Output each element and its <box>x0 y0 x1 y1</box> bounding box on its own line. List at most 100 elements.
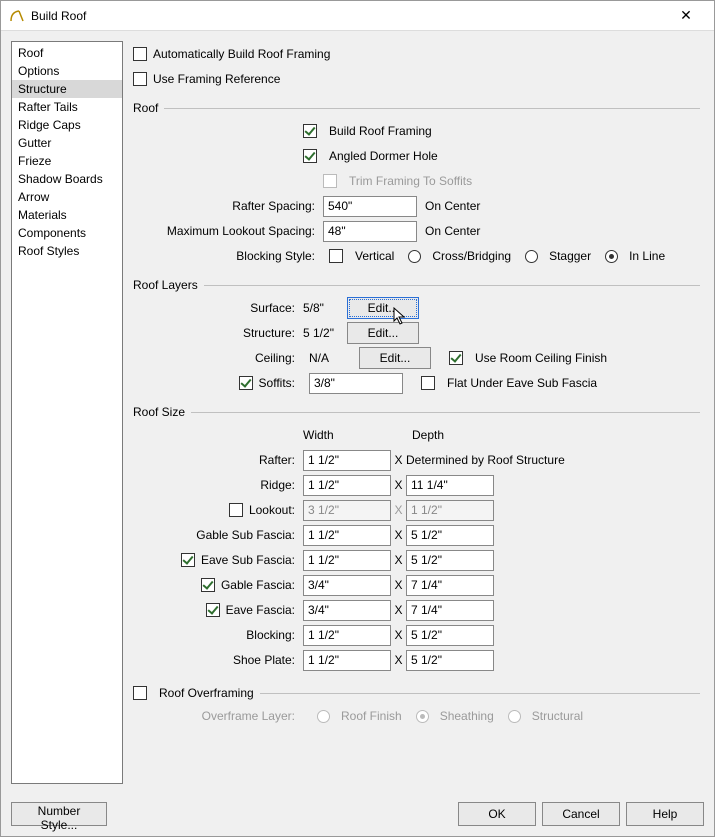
roof-overframing-checkbox[interactable] <box>133 686 147 700</box>
eave-fascia-checkbox[interactable] <box>206 603 220 617</box>
row-gable-fascia: Gable Fascia: X <box>133 573 700 597</box>
blocking-stagger-radio[interactable] <box>525 250 538 263</box>
width-header: Width <box>303 428 397 442</box>
overframe-sheathing-radio <box>416 710 429 723</box>
divider <box>191 412 700 413</box>
x-mark: X <box>391 478 406 492</box>
blocking-inline-label: In Line <box>629 249 665 263</box>
sidebar-item-materials[interactable]: Materials <box>12 206 122 224</box>
sidebar-item-shadow-boards[interactable]: Shadow Boards <box>12 170 122 188</box>
surface-label: Surface: <box>153 301 303 315</box>
structure-edit-button[interactable]: Edit... <box>347 322 419 344</box>
sidebar-item-components[interactable]: Components <box>12 224 122 242</box>
shoe-plate-label: Shoe Plate: <box>153 653 303 667</box>
eave-sub-depth-input[interactable] <box>406 550 494 571</box>
blocking-width-input[interactable] <box>303 625 391 646</box>
ridge-label: Ridge: <box>153 478 303 492</box>
blocking-cross-radio[interactable] <box>408 250 421 263</box>
ridge-depth-input[interactable] <box>406 475 494 496</box>
eave-fascia-width-input[interactable] <box>303 600 391 621</box>
rafter-label: Rafter: <box>153 453 303 467</box>
surface-edit-button[interactable]: Edit... <box>347 297 419 319</box>
build-roof-framing-checkbox[interactable] <box>303 124 317 138</box>
flat-under-checkbox[interactable] <box>421 376 435 390</box>
eave-sub-fascia-label: Eave Sub Fascia: <box>201 553 295 567</box>
section-overframing: Roof Overframing <box>133 686 700 700</box>
sidebar-item-frieze[interactable]: Frieze <box>12 152 122 170</box>
eave-sub-width-input[interactable] <box>303 550 391 571</box>
overframe-sheathing-label: Sheathing <box>440 709 494 723</box>
depth-header: Depth <box>412 428 444 442</box>
x-mark: X <box>391 628 406 642</box>
lookout-label: Lookout: <box>249 503 295 517</box>
sidebar-item-gutter[interactable]: Gutter <box>12 134 122 152</box>
row-ceiling: Ceiling: N/A Edit... Use Room Ceiling Fi… <box>133 346 700 370</box>
gable-sub-depth-input[interactable] <box>406 525 494 546</box>
gable-fascia-depth-input[interactable] <box>406 575 494 596</box>
row-gable-sub-fascia: Gable Sub Fascia: X <box>133 523 700 547</box>
sidebar-item-options[interactable]: Options <box>12 62 122 80</box>
blocking-vertical-label: Vertical <box>355 249 394 263</box>
lookout-checkbox[interactable] <box>229 503 243 517</box>
eave-sub-fascia-checkbox[interactable] <box>181 553 195 567</box>
sidebar-item-structure[interactable]: Structure <box>12 80 122 98</box>
angled-dormer-hole-checkbox[interactable] <box>303 149 317 163</box>
cancel-button[interactable]: Cancel <box>542 802 620 826</box>
ridge-width-input[interactable] <box>303 475 391 496</box>
auto-build-label: Automatically Build Roof Framing <box>153 47 330 61</box>
rafter-width-input[interactable] <box>303 450 391 471</box>
gable-sub-width-input[interactable] <box>303 525 391 546</box>
category-sidebar[interactable]: Roof Options Structure Rafter Tails Ridg… <box>11 41 123 784</box>
use-framing-ref-checkbox[interactable] <box>133 72 147 86</box>
gable-fascia-label: Gable Fascia: <box>221 578 295 592</box>
blocking-vertical-checkbox[interactable] <box>329 249 343 263</box>
close-icon[interactable]: ✕ <box>666 7 706 24</box>
rafter-spacing-input[interactable] <box>323 196 417 217</box>
ceiling-value: N/A <box>309 351 353 365</box>
max-lookout-unit: On Center <box>425 224 480 238</box>
auto-build-checkbox[interactable] <box>133 47 147 61</box>
shoe-plate-width-input[interactable] <box>303 650 391 671</box>
blocking-depth-input[interactable] <box>406 625 494 646</box>
x-mark: X <box>391 553 406 567</box>
sidebar-item-rafter-tails[interactable]: Rafter Tails <box>12 98 122 116</box>
section-roof-layers-label: Roof Layers <box>133 278 198 292</box>
soffits-input[interactable] <box>309 373 403 394</box>
structure-label: Structure: <box>153 326 303 340</box>
eave-fascia-depth-input[interactable] <box>406 600 494 621</box>
blocking-cross-label: Cross/Bridging <box>432 249 511 263</box>
surface-value: 5/8" <box>303 301 347 315</box>
titlebar: Build Roof ✕ <box>1 1 714 31</box>
blocking-inline-radio[interactable] <box>605 250 618 263</box>
section-roof-label: Roof <box>133 101 158 115</box>
ok-button[interactable]: OK <box>458 802 536 826</box>
dialog-footer: Number Style... OK Cancel Help <box>1 794 714 836</box>
soffits-checkbox[interactable] <box>239 376 253 390</box>
rafter-spacing-label: Rafter Spacing: <box>153 199 323 213</box>
number-style-button[interactable]: Number Style... <box>11 802 107 826</box>
row-auto-build: Automatically Build Roof Framing <box>133 42 700 66</box>
x-mark: X <box>391 653 406 667</box>
row-rafter: Rafter: X Determined by Roof Structure <box>133 448 700 472</box>
ceiling-edit-button[interactable]: Edit... <box>359 347 431 369</box>
section-roof: Roof <box>133 101 700 115</box>
max-lookout-input[interactable] <box>323 221 417 242</box>
row-soffits: Soffits: Flat Under Eave Sub Fascia <box>133 371 700 395</box>
use-room-ceiling-checkbox[interactable] <box>449 351 463 365</box>
gable-fascia-width-input[interactable] <box>303 575 391 596</box>
sidebar-item-roof[interactable]: Roof <box>12 44 122 62</box>
app-icon <box>9 8 25 24</box>
x-mark: X <box>391 528 406 542</box>
sidebar-item-arrow[interactable]: Arrow <box>12 188 122 206</box>
sidebar-item-roof-styles[interactable]: Roof Styles <box>12 242 122 260</box>
lookout-depth-input <box>406 500 494 521</box>
gable-sub-fascia-label: Gable Sub Fascia: <box>153 528 303 542</box>
sidebar-item-ridge-caps[interactable]: Ridge Caps <box>12 116 122 134</box>
overframe-structural-radio <box>508 710 521 723</box>
help-button[interactable]: Help <box>626 802 704 826</box>
row-blocking-style: Blocking Style: Vertical Cross/Bridging … <box>133 244 700 268</box>
shoe-plate-depth-input[interactable] <box>406 650 494 671</box>
gable-fascia-checkbox[interactable] <box>201 578 215 592</box>
blocking-style-label: Blocking Style: <box>153 249 323 263</box>
row-max-lookout: Maximum Lookout Spacing: On Center <box>133 219 700 243</box>
